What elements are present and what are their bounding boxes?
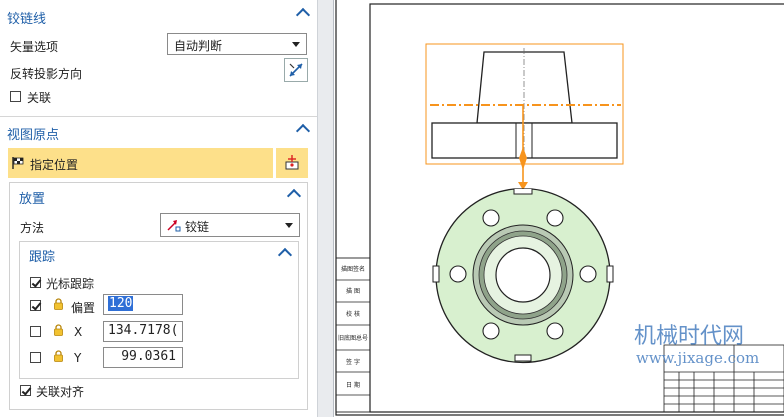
placement-section-title: 放置 bbox=[19, 192, 46, 207]
lock-icon[interactable] bbox=[53, 324, 64, 336]
method-value: 铰链 bbox=[185, 220, 210, 234]
method-dropdown[interactable]: 铰链 bbox=[160, 213, 300, 237]
hinge-line-section-title: 铰链线 bbox=[7, 12, 47, 27]
offset-checkbox[interactable] bbox=[30, 300, 41, 311]
tracking-section-title: 跟踪 bbox=[29, 250, 56, 265]
title-strip-label: 签 字 bbox=[346, 358, 360, 366]
collapse-chevron-icon[interactable] bbox=[295, 7, 311, 23]
point-dialog-button[interactable] bbox=[276, 148, 308, 178]
offset-label: 偏置 bbox=[71, 301, 96, 315]
tracking-group: 跟踪 光标跟踪 偏置 120 X 134.7178(Y 99.0361 bbox=[19, 241, 299, 379]
method-label: 方法 bbox=[20, 221, 45, 235]
checkered-flag-icon bbox=[12, 157, 24, 169]
associate-align-label: 关联对齐 bbox=[36, 385, 85, 399]
y-value: 99.0361 bbox=[121, 349, 176, 364]
specify-location-row[interactable]: 指定位置 bbox=[8, 148, 273, 178]
dialog-panel: 铰链线 矢量选项 自动判断 反转投影方向 关联 视图原点 指定位置 放置 方法 … bbox=[0, 0, 317, 417]
collapse-chevron-icon[interactable] bbox=[277, 247, 293, 263]
placement-group: 放置 方法 铰链 跟踪 光标跟踪 偏置 120 X 134.7178(Y 99… bbox=[9, 182, 308, 410]
specify-location-label: 指定位置 bbox=[30, 158, 79, 172]
associate-checkbox[interactable] bbox=[10, 91, 21, 102]
x-checkbox[interactable] bbox=[30, 326, 41, 337]
collapse-chevron-icon[interactable] bbox=[286, 188, 302, 204]
dropdown-arrow-icon bbox=[285, 223, 293, 228]
y-label: Y bbox=[74, 351, 82, 365]
dropdown-arrow-icon bbox=[292, 42, 300, 47]
cursor-tracking-checkbox[interactable] bbox=[30, 277, 41, 288]
offset-input[interactable]: 120 bbox=[103, 294, 183, 315]
vector-option-dropdown[interactable]: 自动判断 bbox=[167, 33, 307, 55]
collapse-chevron-icon[interactable] bbox=[295, 123, 311, 139]
vector-option-value: 自动判断 bbox=[174, 39, 223, 53]
reverse-direction-button[interactable] bbox=[284, 58, 308, 82]
title-strip-label: 描图签名 bbox=[341, 265, 365, 273]
title-strip-label: 描 图 bbox=[346, 287, 360, 295]
lock-icon[interactable] bbox=[53, 298, 64, 310]
vector-option-label: 矢量选项 bbox=[10, 40, 59, 54]
reverse-projection-label: 反转投影方向 bbox=[10, 67, 83, 81]
offset-value: 120 bbox=[108, 296, 134, 311]
drawing-sheet: 描图签名 描 图 校 核 旧底图总号 签 字 日 期 机械时代网 www.jix… bbox=[335, 0, 784, 416]
view-origin-section-header[interactable]: 视图原点 bbox=[0, 118, 317, 146]
watermark-url: www.jixage.com bbox=[636, 349, 759, 367]
y-input[interactable]: 99.0361 bbox=[103, 347, 183, 368]
projected-view-preview bbox=[425, 43, 624, 190]
reverse-direction-icon bbox=[289, 63, 303, 77]
lock-icon[interactable] bbox=[53, 350, 64, 362]
title-strip-label: 旧底图总号 bbox=[338, 334, 368, 342]
associate-label: 关联 bbox=[27, 91, 52, 105]
x-input[interactable]: 134.7178( bbox=[103, 321, 183, 342]
hinge-line-section-header[interactable]: 铰链线 bbox=[0, 2, 317, 30]
associate-align-checkbox[interactable] bbox=[20, 385, 31, 396]
cursor-tracking-label: 光标跟踪 bbox=[46, 277, 95, 291]
view-origin-section-title: 视图原点 bbox=[7, 128, 60, 143]
hinge-method-icon bbox=[167, 220, 181, 232]
watermark-title: 机械时代网 bbox=[634, 324, 744, 349]
drawing-canvas[interactable]: 描图签名 描 图 校 核 旧底图总号 签 字 日 期 机械时代网 www.jix… bbox=[334, 0, 784, 417]
section-divider bbox=[0, 116, 317, 117]
title-strip-label: 校 核 bbox=[346, 310, 360, 318]
x-label: X bbox=[74, 325, 83, 339]
x-value: 134.7178( bbox=[108, 323, 179, 338]
point-constructor-icon bbox=[285, 155, 299, 170]
y-checkbox[interactable] bbox=[30, 352, 41, 363]
panel-splitter[interactable] bbox=[317, 0, 334, 417]
flange-top-view bbox=[432, 188, 614, 364]
title-strip-label: 日 期 bbox=[346, 381, 360, 389]
